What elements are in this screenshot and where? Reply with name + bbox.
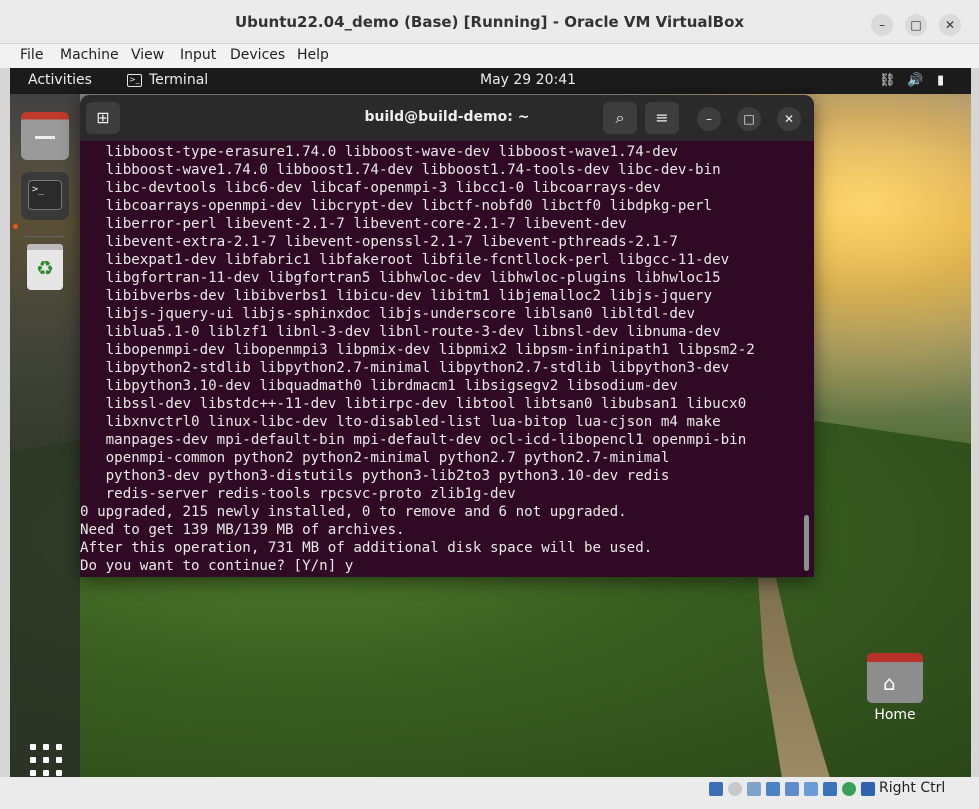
- optical-icon[interactable]: [728, 782, 742, 796]
- terminal-dock-item[interactable]: >_: [21, 172, 69, 220]
- terminal-line: redis-server redis-tools rpcsvc-proto zl…: [80, 486, 516, 502]
- search-button[interactable]: ⌕: [603, 102, 637, 134]
- minimize-button[interactable]: –: [871, 14, 893, 36]
- recycle-icon: ♻: [36, 256, 54, 280]
- terminal-output[interactable]: libboost-type-erasure1.74.0 libboost-wav…: [80, 141, 804, 577]
- desktop-home-icon[interactable]: ⌂ Home: [865, 653, 925, 723]
- ubuntu-top-bar: Activities >_ Terminal May 29 20:41 ⛓ 🔊 …: [10, 68, 971, 94]
- terminal-window[interactable]: ⊞ build@build-demo: ~ ⌕ ≡ – □ ✕ libboost…: [80, 95, 814, 577]
- trash-icon[interactable]: ♻: [27, 244, 63, 290]
- menu-help[interactable]: Help: [297, 47, 329, 63]
- terminal-line: 0 upgraded, 215 newly installed, 0 to re…: [80, 504, 627, 520]
- shared-folders-icon[interactable]: [804, 782, 818, 796]
- terminal-line: liblua5.1-0 liblzf1 libnl-3-dev libnl-ro…: [80, 324, 721, 340]
- menu-devices[interactable]: Devices: [230, 47, 285, 63]
- terminal-line: libevent-extra-2.1-7 libevent-openssl-2.…: [80, 234, 678, 250]
- battery-icon[interactable]: ▮: [937, 73, 944, 88]
- menu-machine[interactable]: Machine: [60, 47, 119, 63]
- host-key-label: Right Ctrl: [879, 780, 946, 796]
- maximize-button[interactable]: □: [905, 14, 927, 36]
- virtualbox-title-bar: Ubuntu22.04_demo (Base) [Running] - Orac…: [0, 0, 979, 44]
- audio-icon[interactable]: [747, 782, 761, 796]
- terminal-line: openmpi-common python2 python2-minimal p…: [80, 450, 670, 466]
- files-icon[interactable]: [21, 112, 69, 160]
- terminal-line: liberror-perl libevent-2.1-7 libevent-co…: [80, 216, 627, 232]
- running-indicator: [13, 224, 18, 229]
- activities-button[interactable]: Activities: [28, 72, 92, 88]
- terminal-header: ⊞ build@build-demo: ~ ⌕ ≡ – □ ✕: [80, 95, 814, 141]
- window-title: Ubuntu22.04_demo (Base) [Running] - Orac…: [234, 13, 745, 31]
- terminal-app-icon: >_: [127, 74, 142, 87]
- network-icon[interactable]: ⛓: [879, 73, 896, 88]
- terminal-line: libcoarrays-openmpi-dev libcrypt-dev lib…: [80, 198, 713, 214]
- show-apps-icon[interactable]: [30, 744, 62, 776]
- terminal-line: libxnvctrl0 linux-libc-dev lto-disabled-…: [80, 414, 721, 430]
- dock-separator: [25, 236, 65, 237]
- clock[interactable]: May 29 20:41: [480, 72, 576, 88]
- terminal-line: libgfortran-11-dev libgfortran5 libhwloc…: [80, 270, 721, 286]
- terminal-line: libjs-jquery-ui libjs-sphinxdoc libjs-un…: [80, 306, 695, 322]
- terminal-close-button[interactable]: ✕: [777, 107, 801, 131]
- terminal-icon: >_: [28, 180, 62, 210]
- terminal-line: Need to get 139 MB/139 MB of archives.: [80, 522, 405, 538]
- terminal-line: libc-devtools libc6-dev libcaf-openmpi-3…: [80, 180, 661, 196]
- usb-icon[interactable]: [785, 782, 799, 796]
- terminal-line: After this operation, 731 MB of addition…: [80, 540, 653, 556]
- network-status-icon[interactable]: [766, 782, 780, 796]
- capture-icon[interactable]: [842, 782, 856, 796]
- terminal-line: Do you want to continue? [Y/n] y: [80, 558, 354, 574]
- terminal-line: libboost-wave1.74.0 libboost1.74-dev lib…: [80, 162, 721, 178]
- menu-file[interactable]: File: [20, 47, 43, 63]
- status-bar: Right Ctrl: [0, 777, 979, 809]
- menu-button[interactable]: ≡: [645, 102, 679, 134]
- terminal-line: libssl-dev libstdc++-11-dev libtirpc-dev…: [80, 396, 747, 412]
- terminal-line: libpython3.10-dev libquadmath0 librdmacm…: [80, 378, 678, 394]
- menu-bar: File Machine View Input Devices Help: [0, 44, 979, 68]
- close-button[interactable]: ✕: [939, 14, 961, 36]
- terminal-line: libboost-type-erasure1.74.0 libboost-wav…: [80, 144, 678, 160]
- terminal-maximize-button[interactable]: □: [737, 107, 761, 131]
- terminal-scrollbar[interactable]: [804, 515, 809, 571]
- guest-screen[interactable]: Activities >_ Terminal May 29 20:41 ⛓ 🔊 …: [10, 68, 971, 777]
- terminal-line: libopenmpi-dev libopenmpi3 libpmix-dev l…: [80, 342, 755, 358]
- home-folder-icon: ⌂: [867, 653, 923, 703]
- volume-icon[interactable]: 🔊: [907, 73, 923, 88]
- keyboard-icon[interactable]: [861, 782, 875, 796]
- hdd-icon[interactable]: [709, 782, 723, 796]
- terminal-minimize-button[interactable]: –: [697, 107, 721, 131]
- terminal-line: manpages-dev mpi-default-bin mpi-default…: [80, 432, 747, 448]
- terminal-line: python3-dev python3-distutils python3-li…: [80, 468, 670, 484]
- terminal-line: libibverbs-dev libibverbs1 libicu-dev li…: [80, 288, 713, 304]
- dock: >_ ♻: [10, 94, 80, 777]
- display-icon[interactable]: [823, 782, 837, 796]
- terminal-line: libexpat1-dev libfabric1 libfakeroot lib…: [80, 252, 730, 268]
- active-app-label[interactable]: Terminal: [149, 72, 208, 88]
- menu-view[interactable]: View: [131, 47, 164, 63]
- home-label: Home: [874, 707, 916, 723]
- menu-input[interactable]: Input: [180, 47, 216, 63]
- terminal-line: libpython2-stdlib libpython2.7-minimal l…: [80, 360, 730, 376]
